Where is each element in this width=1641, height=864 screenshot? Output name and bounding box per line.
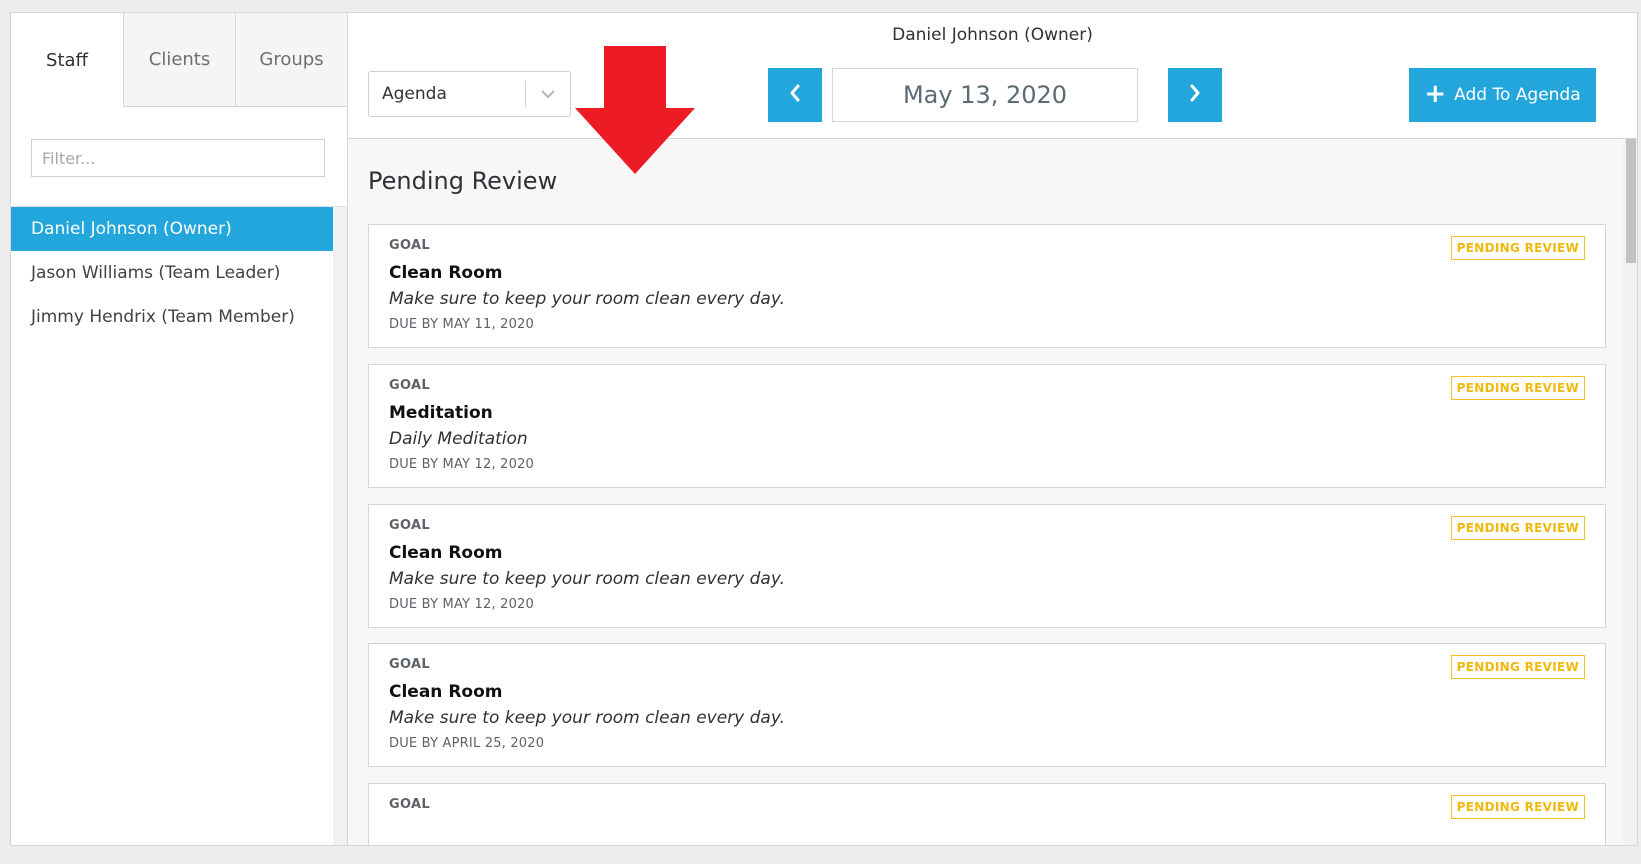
goal-description: Make sure to keep your room clean every … bbox=[389, 569, 785, 589]
page-title: Daniel Johnson (Owner) bbox=[892, 25, 1093, 45]
section-title: Pending Review bbox=[368, 167, 558, 195]
current-date[interactable]: May 13, 2020 bbox=[832, 68, 1138, 122]
next-date-button[interactable] bbox=[1168, 68, 1222, 122]
goal-description: Daily Meditation bbox=[389, 429, 528, 449]
view-select-value: Agenda bbox=[382, 84, 447, 104]
goal-due-date: DUE BY MAY 12, 2020 bbox=[389, 597, 535, 612]
content-scrollbar-thumb[interactable] bbox=[1626, 139, 1636, 263]
status-badge: PENDING REVIEW bbox=[1450, 516, 1585, 540]
chevron-down-icon bbox=[526, 89, 570, 99]
plus-icon: + bbox=[1424, 78, 1447, 109]
app-window: Staff Clients Groups Daniel Johnson (Own… bbox=[10, 12, 1638, 846]
tab-staff[interactable]: Staff bbox=[11, 13, 123, 107]
previous-date-button[interactable] bbox=[768, 68, 822, 122]
status-badge: PENDING REVIEW bbox=[1450, 376, 1585, 400]
agenda-content: Pending Review GOAL Clean Room Make sure… bbox=[348, 139, 1637, 845]
goal-name: Clean Room bbox=[389, 543, 503, 563]
add-to-agenda-label: Add To Agenda bbox=[1454, 85, 1581, 105]
staff-item-jimmy-hendrix[interactable]: Jimmy Hendrix (Team Member) bbox=[11, 295, 333, 339]
goal-card[interactable]: GOAL Meditation Daily Meditation DUE BY … bbox=[368, 364, 1606, 488]
goal-card[interactable]: GOAL PENDING REVIEW bbox=[368, 783, 1606, 845]
goal-type: GOAL bbox=[389, 238, 430, 253]
filter-area bbox=[11, 108, 347, 207]
tab-clients[interactable]: Clients bbox=[123, 13, 235, 107]
sidebar: Staff Clients Groups Daniel Johnson (Own… bbox=[11, 13, 348, 845]
goal-name: Meditation bbox=[389, 403, 493, 423]
goal-name: Clean Room bbox=[389, 682, 503, 702]
goal-due-date: DUE BY MAY 11, 2020 bbox=[389, 317, 535, 332]
add-to-agenda-button[interactable]: + Add To Agenda bbox=[1409, 68, 1596, 122]
goal-type: GOAL bbox=[389, 518, 430, 533]
staff-item-jason-williams[interactable]: Jason Williams (Team Leader) bbox=[11, 251, 333, 295]
goal-due-date: DUE BY MAY 12, 2020 bbox=[389, 457, 535, 472]
goal-type: GOAL bbox=[389, 657, 430, 672]
goal-card[interactable]: GOAL Clean Room Make sure to keep your r… bbox=[368, 504, 1606, 628]
sidebar-tabs: Staff Clients Groups bbox=[11, 13, 347, 108]
view-select[interactable]: Agenda bbox=[368, 71, 571, 117]
sidebar-scrollbar[interactable] bbox=[333, 207, 347, 845]
filter-input[interactable] bbox=[31, 139, 325, 177]
red-arrow-annotation bbox=[575, 46, 695, 174]
goal-card[interactable]: GOAL Clean Room Make sure to keep your r… bbox=[368, 224, 1606, 348]
goal-description: Make sure to keep your room clean every … bbox=[389, 708, 785, 728]
goal-card[interactable]: GOAL Clean Room Make sure to keep your r… bbox=[368, 643, 1606, 767]
goal-description: Make sure to keep your room clean every … bbox=[389, 289, 785, 309]
main-panel: Daniel Johnson (Owner) Agenda May 13, 20… bbox=[348, 13, 1637, 845]
status-badge: PENDING REVIEW bbox=[1450, 795, 1585, 819]
goal-due-date: DUE BY APRIL 25, 2020 bbox=[389, 736, 545, 751]
goal-type: GOAL bbox=[389, 378, 430, 393]
chevron-left-icon bbox=[788, 84, 802, 106]
staff-list: Daniel Johnson (Owner) Jason Williams (T… bbox=[11, 207, 333, 845]
header: Daniel Johnson (Owner) Agenda May 13, 20… bbox=[348, 13, 1637, 139]
goal-type: GOAL bbox=[389, 797, 430, 812]
status-badge: PENDING REVIEW bbox=[1450, 236, 1585, 260]
status-badge: PENDING REVIEW bbox=[1450, 655, 1585, 679]
goal-name: Clean Room bbox=[389, 263, 503, 283]
staff-item-daniel-johnson[interactable]: Daniel Johnson (Owner) bbox=[11, 207, 333, 251]
chevron-right-icon bbox=[1188, 84, 1202, 106]
tab-groups[interactable]: Groups bbox=[235, 13, 347, 107]
